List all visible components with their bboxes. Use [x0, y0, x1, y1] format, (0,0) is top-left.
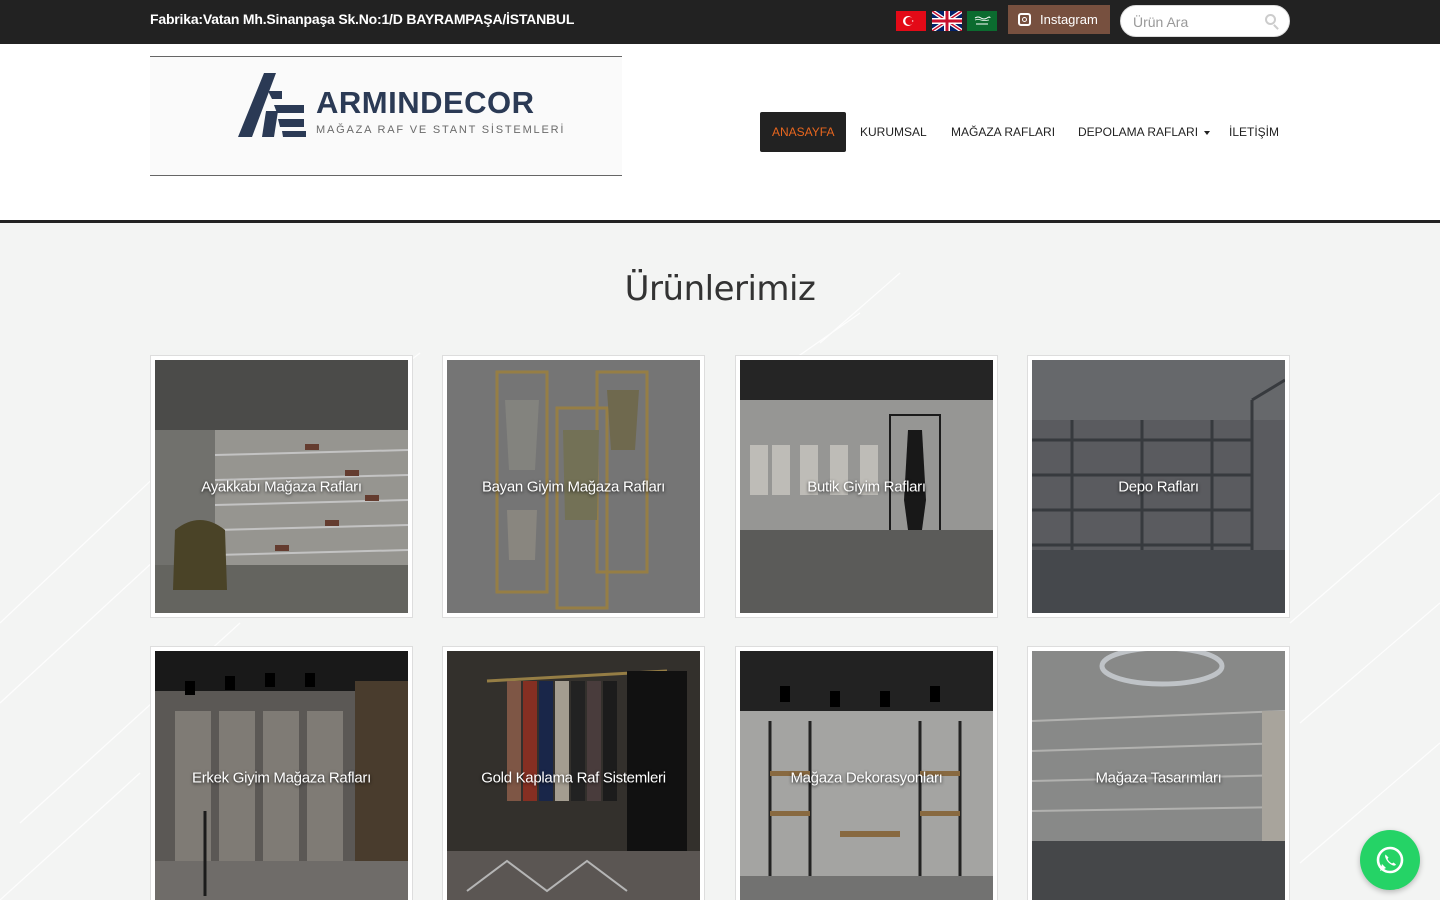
product-label: Ayakkabı Mağaza Rafları — [201, 478, 362, 495]
instagram-icon — [1018, 13, 1031, 26]
saudi-flag-icon[interactable] — [967, 11, 997, 31]
product-card-gold-kaplama[interactable]: Gold Kaplama Raf Sistemleri — [442, 646, 705, 900]
search-icon[interactable] — [1265, 14, 1276, 25]
product-card-depo[interactable]: Depo Rafları — [1027, 355, 1290, 618]
nav-item-kurumsal[interactable]: KURUMSAL — [860, 112, 927, 152]
product-card-erkek-giyim[interactable]: Erkek Giyim Mağaza Rafları — [150, 646, 413, 900]
chevron-down-icon — [1204, 130, 1211, 135]
instagram-label: Instagram — [1040, 12, 1098, 27]
product-card-ayakkabi[interactable]: Ayakkabı Mağaza Rafları — [150, 355, 413, 618]
product-label: Depo Rafları — [1118, 478, 1199, 495]
nav-item-anasayfa[interactable]: ANASAYFA — [760, 112, 847, 152]
search-input[interactable] — [1133, 12, 1263, 32]
instagram-button[interactable]: Instagram — [1008, 5, 1110, 34]
product-label: Bayan Giyim Mağaza Rafları — [481, 478, 666, 495]
product-card-magaza-tasarimlari[interactable]: Mağaza Tasarımları — [1027, 646, 1290, 900]
product-image: Mağaza Dekorasyonları — [740, 651, 993, 900]
product-label: Erkek Giyim Mağaza Rafları — [192, 769, 371, 786]
section-title: Ürünlerimiz — [624, 269, 816, 309]
top-bar: Fabrika:Vatan Mh.Sinanpaşa Sk.No:1/D BAY… — [0, 0, 1440, 44]
product-label: Mağaza Dekorasyonları — [790, 769, 943, 786]
product-image: Butik Giyim Rafları — [740, 360, 993, 613]
product-image: Depo Rafları — [1032, 360, 1285, 613]
product-image: Mağaza Tasarımları — [1032, 651, 1285, 900]
product-image: Gold Kaplama Raf Sistemleri — [447, 651, 700, 900]
product-image: Erkek Giyim Mağaza Rafları — [155, 651, 408, 900]
product-card-bayan-giyim[interactable]: Bayan Giyim Mağaza Rafları — [442, 355, 705, 618]
logo-mark-icon — [238, 73, 306, 137]
product-label: Gold Kaplama Raf Sistemleri — [481, 769, 666, 786]
uk-flag-icon[interactable] — [932, 11, 962, 31]
whatsapp-icon — [1376, 846, 1404, 874]
product-label: Butik Giyim Rafları — [807, 478, 926, 495]
nav-item-depolama-raflari-label: DEPOLAMA RAFLARI — [1078, 125, 1199, 139]
whatsapp-button[interactable] — [1360, 830, 1420, 890]
logo-title: ARMINDECOR — [316, 85, 535, 120]
product-card-magaza-dekorasyonlari[interactable]: Mağaza Dekorasyonları — [735, 646, 998, 900]
factory-address: Fabrika:Vatan Mh.Sinanpaşa Sk.No:1/D BAY… — [150, 11, 575, 27]
products-section: Ürünlerimiz Ayakkabı Mağaza Rafları Baya… — [0, 223, 1440, 900]
nav-item-depolama-raflari[interactable]: DEPOLAMA RAFLARI — [1078, 112, 1211, 152]
nav-item-iletisim[interactable]: İLETİŞİM — [1229, 112, 1279, 152]
nav-item-magaza-raflari[interactable]: MAĞAZA RAFLARI — [951, 112, 1055, 152]
site-header: ARMINDECOR MAĞAZA RAF VE STANT SİSTEMLER… — [0, 44, 1440, 223]
product-card-butik-giyim[interactable]: Butik Giyim Rafları — [735, 355, 998, 618]
product-image: Ayakkabı Mağaza Rafları — [155, 360, 408, 613]
product-image: Bayan Giyim Mağaza Rafları — [447, 360, 700, 613]
product-label: Mağaza Tasarımları — [1095, 769, 1222, 786]
logo[interactable]: ARMINDECOR MAĞAZA RAF VE STANT SİSTEMLER… — [150, 56, 622, 176]
logo-subtitle: MAĞAZA RAF VE STANT SİSTEMLERİ — [316, 124, 566, 136]
turkey-flag-icon[interactable] — [896, 11, 926, 31]
